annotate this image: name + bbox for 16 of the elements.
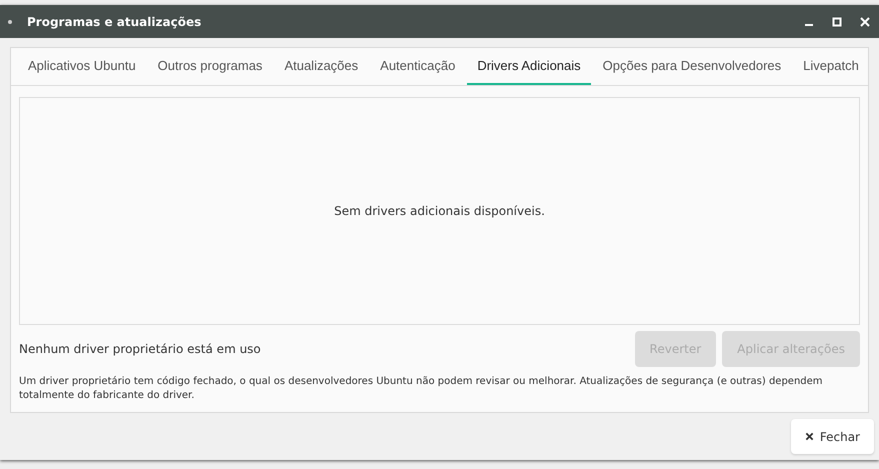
tab[interactable]: Aplicativos Ubuntu bbox=[18, 48, 146, 85]
window-title: Programas e atualizações bbox=[27, 14, 202, 28]
note-text: Um driver proprietário tem código fechado, o qual os desenvolvedores Ubuntu não podem revisar ou melhorar. Atualizações de segurança (e outras) dependem totalmente do fabricante do driver. bbox=[19, 375, 824, 403]
tab[interactable]: Atualizações bbox=[274, 48, 368, 85]
close-icon[interactable] bbox=[859, 16, 871, 28]
status-text: Nenhum driver proprietário está em uso bbox=[19, 342, 261, 356]
tab[interactable]: Livepatch bbox=[793, 48, 869, 85]
tab[interactable]: Autenticação bbox=[370, 48, 466, 85]
tab[interactable]: Drivers Adicionais bbox=[467, 48, 591, 85]
maximize-icon[interactable] bbox=[831, 16, 843, 28]
close-button[interactable]: Fechar bbox=[790, 419, 874, 454]
tab[interactable]: Opções para Desenvolvedores bbox=[592, 48, 792, 85]
window-menu-icon[interactable] bbox=[8, 20, 12, 24]
tab[interactable]: Outros programas bbox=[148, 48, 272, 85]
empty-message: Sem drivers adicionais disponíveis. bbox=[334, 204, 545, 218]
close-icon bbox=[804, 432, 814, 441]
